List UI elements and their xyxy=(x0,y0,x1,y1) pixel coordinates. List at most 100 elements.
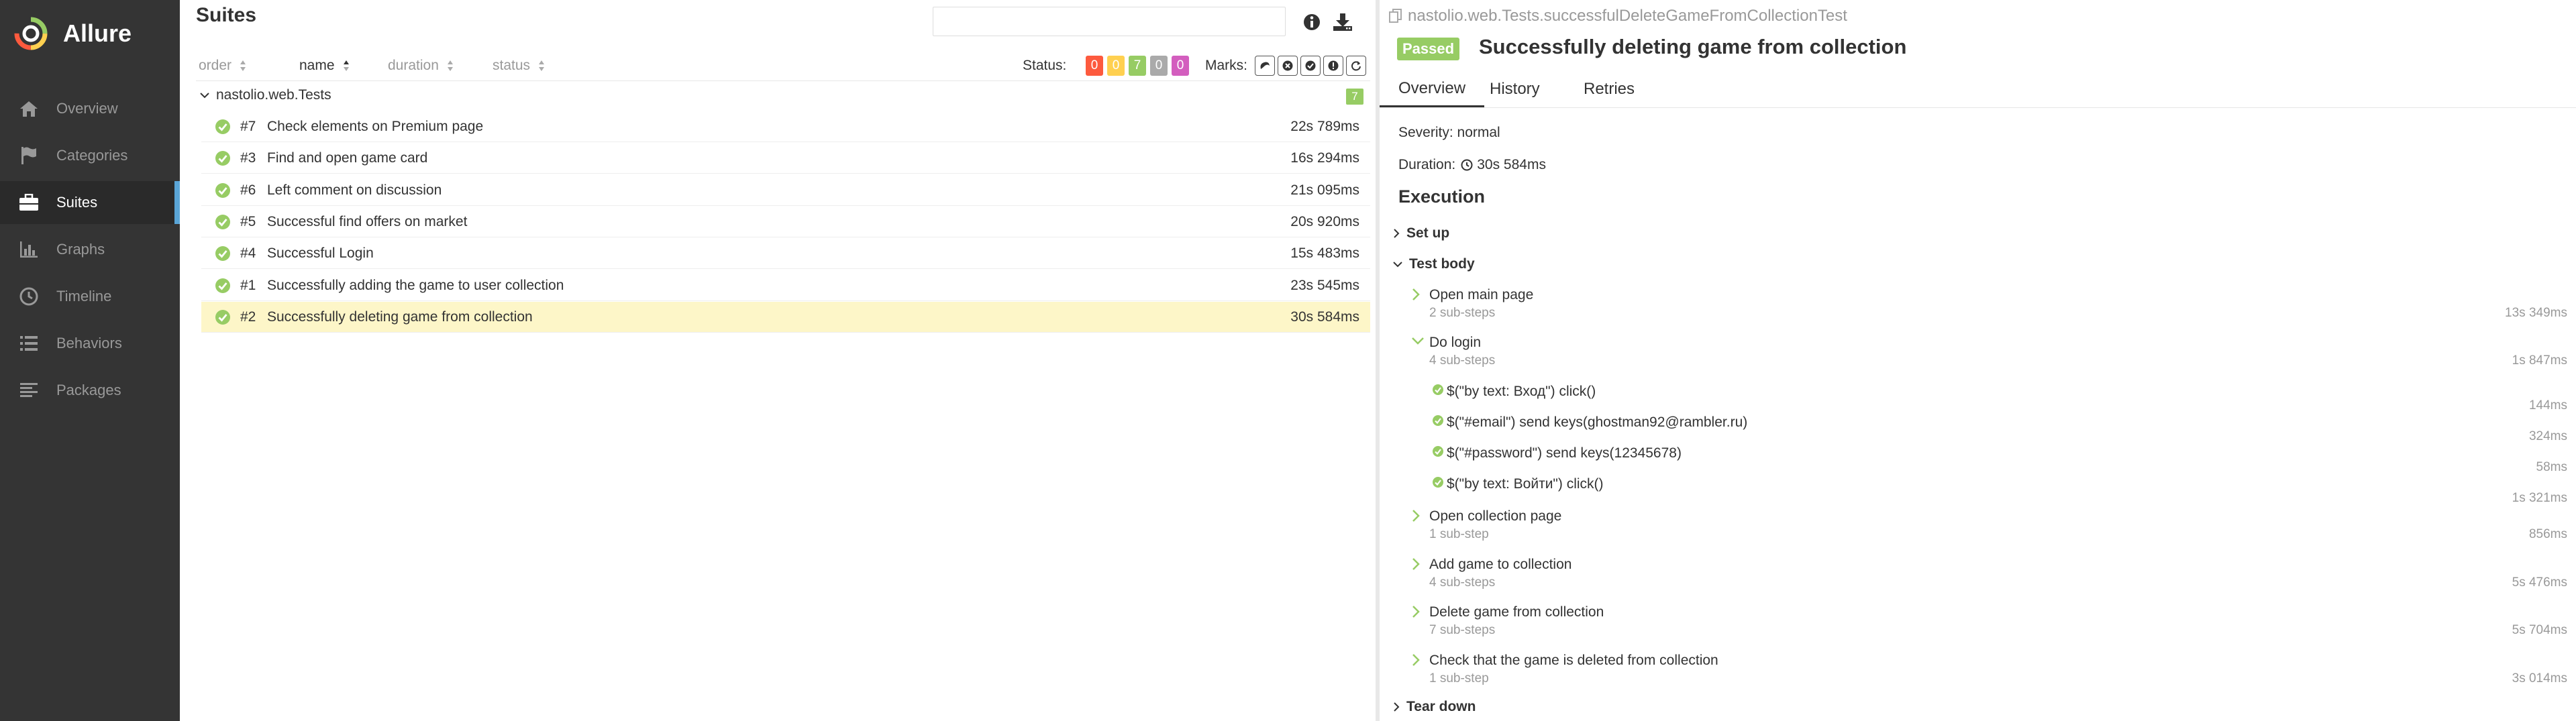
duration-value: 30s 584ms xyxy=(1477,157,1546,172)
download-icon[interactable] xyxy=(1333,12,1353,32)
tab-overview[interactable]: Overview xyxy=(1380,71,1485,107)
step-substeps: 1 sub-step xyxy=(1429,527,1489,541)
bar-chart-icon xyxy=(17,238,40,261)
mark-flaky-icon[interactable] xyxy=(1255,56,1275,76)
test-row[interactable]: #4 Successful Login 15s 483ms xyxy=(201,238,1370,269)
search-input[interactable] xyxy=(933,7,1286,36)
sort-name[interactable]: name xyxy=(299,52,350,79)
brand[interactable]: Allure xyxy=(12,13,132,54)
test-number: #5 xyxy=(240,213,256,229)
suite-group-name: nastolio.web.Tests xyxy=(216,87,331,103)
chevron-right-icon xyxy=(1412,606,1420,618)
test-row[interactable]: #7 Check elements on Premium page 22s 78… xyxy=(201,111,1370,142)
test-path: nastolio.web.Tests.successfulDeleteGameF… xyxy=(1389,7,1847,25)
step-row[interactable]: Add game to collection 4 sub-steps 5s 47… xyxy=(1412,555,2567,602)
test-body-section[interactable]: Test body xyxy=(1393,252,1475,276)
test-name: Successful Login xyxy=(267,245,374,261)
chevron-right-icon xyxy=(1412,654,1420,666)
briefcase-icon xyxy=(17,191,40,214)
sub-step-row[interactable]: $("by text: Войти") click() 1s 321ms xyxy=(1432,475,2567,506)
test-name: Successfully deleting game from collecti… xyxy=(267,309,533,325)
marks-filter-label: Marks: xyxy=(1205,58,1247,73)
mark-retries-icon[interactable] xyxy=(1346,56,1366,76)
step-row[interactable]: Delete game from collection 7 sub-steps … xyxy=(1412,603,2567,650)
page-title: Suites xyxy=(196,4,257,26)
mark-new-passed-icon[interactable] xyxy=(1300,56,1321,76)
copy-icon[interactable] xyxy=(1389,9,1402,23)
sidebar-item-label: Categories xyxy=(56,147,128,164)
suites-pane: Suites order name duration status Status… xyxy=(180,0,1376,721)
setup-section[interactable]: Set up xyxy=(1393,221,1449,245)
sort-label: duration xyxy=(388,58,439,73)
tab-history[interactable]: History xyxy=(1490,71,1540,107)
sub-step-name: $("#email") send keys(ghostman92@rambler… xyxy=(1447,414,1748,430)
status-broken-count[interactable]: 0 xyxy=(1107,56,1125,76)
suite-group-count: 7 xyxy=(1346,89,1363,105)
sidebar-item-timeline[interactable]: Timeline xyxy=(0,275,180,318)
sidebar-item-behaviors[interactable]: Behaviors xyxy=(0,322,180,365)
sidebar-item-overview[interactable]: Overview xyxy=(0,87,180,130)
passed-check-icon xyxy=(215,310,230,325)
test-number: #3 xyxy=(240,150,256,166)
sort-duration[interactable]: duration xyxy=(388,52,454,79)
sub-step-duration: 324ms xyxy=(2528,429,2567,443)
sort-status[interactable]: status xyxy=(493,52,545,79)
status-failed-count[interactable]: 0 xyxy=(1086,56,1103,76)
test-number: #1 xyxy=(240,277,256,293)
test-row[interactable]: #6 Left comment on discussion 21s 095ms xyxy=(201,175,1370,206)
step-row[interactable]: Check that the game is deleted from coll… xyxy=(1412,651,2567,698)
sort-label: order xyxy=(199,58,232,73)
sort-order[interactable]: order xyxy=(199,52,246,79)
sub-step-name: $("by text: Вход") click() xyxy=(1447,384,1596,399)
sidebar-item-categories[interactable]: Categories xyxy=(0,134,180,177)
severity: Severity: normal xyxy=(1398,125,1500,140)
step-name: Open main page xyxy=(1429,287,1534,302)
flag-icon xyxy=(17,144,40,167)
mark-new-failed-icon[interactable] xyxy=(1278,56,1298,76)
step-substeps: 7 sub-steps xyxy=(1429,623,1496,637)
passed-check-icon xyxy=(215,246,230,261)
step-row[interactable]: Do login 4 sub-steps 1s 847ms xyxy=(1412,333,2567,380)
section-label: Test body xyxy=(1409,256,1475,272)
status-filter-label: Status: xyxy=(1023,58,1067,73)
sidebar-item-suites[interactable]: Suites xyxy=(0,181,180,224)
sub-step-duration: 144ms xyxy=(2528,398,2567,412)
chevron-down-icon xyxy=(1412,337,1424,345)
sub-step-row[interactable]: $("#password") send keys(12345678) 58ms xyxy=(1432,444,2567,475)
step-substeps: 2 sub-steps xyxy=(1429,306,1496,320)
align-left-icon xyxy=(17,379,40,402)
step-row[interactable]: Open collection page 1 sub-step 856ms xyxy=(1412,507,2567,554)
home-icon xyxy=(17,97,40,120)
test-row[interactable]: #1 Successfully adding the game to user … xyxy=(201,270,1370,301)
sidebar-item-label: Packages xyxy=(56,382,121,398)
status-skipped-count[interactable]: 0 xyxy=(1150,56,1168,76)
section-label: Set up xyxy=(1406,225,1450,241)
brand-name: Allure xyxy=(63,19,132,47)
sub-step-duration: 58ms xyxy=(2536,460,2567,474)
test-row-selected[interactable]: #2 Successfully deleting game from colle… xyxy=(201,302,1370,333)
step-duration: 5s 704ms xyxy=(2512,623,2567,637)
test-number: #7 xyxy=(240,118,256,134)
passed-check-icon xyxy=(1433,446,1443,457)
sidebar-item-graphs[interactable]: Graphs xyxy=(0,228,180,271)
sidebar-item-packages[interactable]: Packages xyxy=(0,369,180,412)
status-unknown-count[interactable]: 0 xyxy=(1172,56,1189,76)
status-passed-count[interactable]: 7 xyxy=(1129,56,1146,76)
test-row[interactable]: #5 Successful find offers on market 20s … xyxy=(201,207,1370,237)
chevron-right-icon xyxy=(1412,510,1420,522)
info-icon[interactable] xyxy=(1302,12,1322,32)
test-row[interactable]: #3 Find and open game card 16s 294ms xyxy=(201,143,1370,174)
sub-step-row[interactable]: $("by text: Вход") click() 144ms xyxy=(1432,382,2567,413)
step-duration: 13s 349ms xyxy=(2505,306,2567,320)
step-name: Delete game from collection xyxy=(1429,604,1604,620)
step-row[interactable]: Open main page 2 sub-steps 13s 349ms xyxy=(1412,286,2567,333)
passed-check-icon xyxy=(215,119,230,134)
mark-new-broken-icon[interactable] xyxy=(1323,56,1343,76)
duration-label: Duration: xyxy=(1398,157,1456,172)
tab-retries[interactable]: Retries xyxy=(1584,71,1635,107)
teardown-section[interactable]: Tear down xyxy=(1393,695,1476,719)
test-name: Find and open game card xyxy=(267,150,428,166)
sub-step-row[interactable]: $("#email") send keys(ghostman92@rambler… xyxy=(1432,413,2567,444)
sort-header-row: order name duration status Status: 0 0 7… xyxy=(199,52,1366,79)
suite-group-row[interactable]: nastolio.web.Tests 7 xyxy=(196,82,1370,109)
